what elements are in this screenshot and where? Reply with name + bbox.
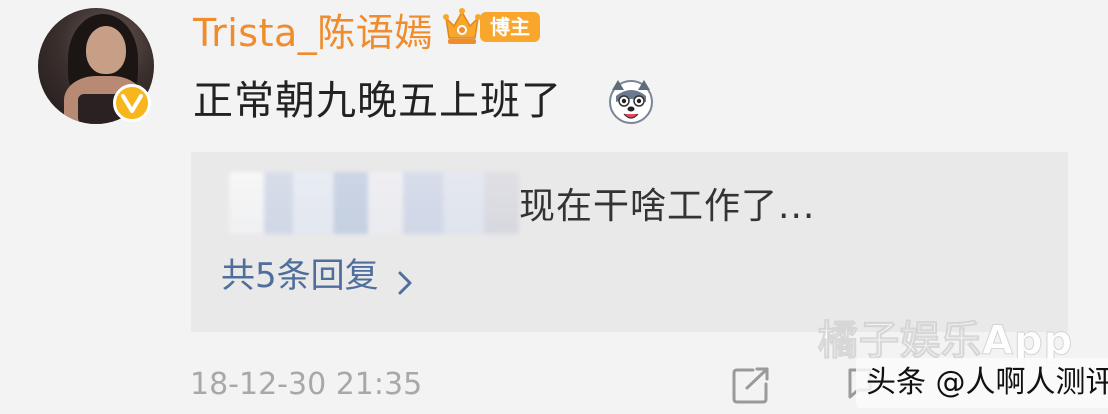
crown-icon [442, 6, 482, 48]
comment-text: 现在干啥工作了... [519, 186, 816, 227]
source-overlay: 头条 @人啊人测评 [856, 358, 1108, 408]
view-replies-link[interactable]: 共5条回复 [221, 254, 413, 298]
blurred-commenter-name [229, 172, 519, 234]
comment-preview-box[interactable]: 现在干啥工作了... 共5条回复 [191, 152, 1068, 332]
share-edit-icon[interactable] [731, 366, 771, 404]
username[interactable]: Trista_陈语嫣 [193, 10, 433, 56]
chevron-right-icon [397, 263, 413, 295]
replies-label[interactable]: 共5条回复 [221, 254, 379, 298]
post-text: 正常朝九晚五上班了 [193, 78, 562, 124]
dog-face-emoji-icon [606, 76, 656, 126]
blogger-tag: 博主 [480, 12, 540, 42]
post-timestamp: 18-12-30 21:35 [190, 367, 423, 402]
verified-v-icon [113, 84, 151, 122]
weibo-post: Trista_陈语嫣 博主 正常朝九晚五上班了 现在干啥工作了... 共5条回复… [0, 0, 1108, 414]
blogger-badge: 博主 [442, 6, 540, 48]
avatar-face [86, 26, 126, 74]
